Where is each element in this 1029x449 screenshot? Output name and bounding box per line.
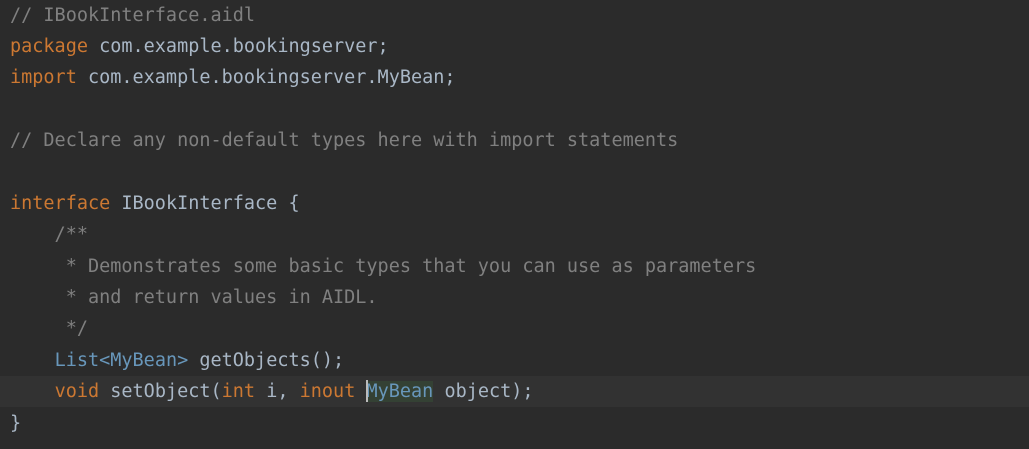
- code-line-6[interactable]: [0, 156, 1029, 187]
- closing-brace: }: [10, 413, 22, 434]
- param-object: object);: [433, 381, 534, 402]
- code-line-9[interactable]: * Demonstrates some basic types that you…: [0, 251, 1029, 282]
- package-name: com.example.bookingserver;: [87, 36, 389, 57]
- set-object-method: setObject(: [99, 381, 222, 402]
- doc-comment-line-2: * and return values in AIDL.: [10, 287, 378, 308]
- code-line-3[interactable]: import com.example.bookingserver.MyBean;: [0, 62, 1029, 93]
- text-caret: [366, 380, 369, 402]
- mybean-type-highlighted: MyBean: [366, 381, 434, 402]
- code-line-7[interactable]: interface IBookInterface {: [0, 188, 1029, 219]
- code-line-1[interactable]: // IBookInterface.aidl: [0, 0, 1029, 31]
- code-line-13-current[interactable]: void setObject(int i, inout MyBean objec…: [0, 376, 1029, 407]
- interface-declaration: IBookInterface {: [110, 193, 300, 214]
- declare-comment: // Declare any non-default types here wi…: [10, 130, 679, 151]
- list-type: List: [54, 350, 100, 371]
- void-keyword: void: [54, 381, 100, 402]
- file-comment: // IBookInterface.aidl: [10, 5, 256, 26]
- doc-comment-open: /**: [10, 224, 88, 245]
- doc-comment-line-1: * Demonstrates some basic types that you…: [10, 256, 757, 277]
- code-line-11[interactable]: */: [0, 313, 1029, 344]
- code-line-8[interactable]: /**: [0, 219, 1029, 250]
- import-keyword: import: [10, 67, 77, 88]
- doc-comment-close: */: [10, 318, 88, 339]
- code-editor[interactable]: // IBookInterface.aidl package com.examp…: [0, 0, 1029, 449]
- generic-type: <MyBean>: [99, 350, 189, 371]
- param-i: i,: [255, 381, 300, 402]
- code-line-2[interactable]: package com.example.bookingserver;: [0, 31, 1029, 62]
- code-line-14[interactable]: }: [0, 408, 1029, 439]
- get-objects-method: getObjects();: [188, 350, 345, 371]
- code-line-12[interactable]: List<MyBean> getObjects();: [0, 345, 1029, 376]
- code-line-4[interactable]: [0, 93, 1029, 124]
- code-line-10[interactable]: * and return values in AIDL.: [0, 282, 1029, 313]
- int-keyword: int: [221, 381, 256, 402]
- interface-keyword: interface: [10, 193, 111, 214]
- import-name: com.example.bookingserver.MyBean;: [76, 67, 456, 88]
- inout-keyword: inout: [299, 381, 356, 402]
- code-line-5[interactable]: // Declare any non-default types here wi…: [0, 125, 1029, 156]
- package-keyword: package: [10, 36, 88, 57]
